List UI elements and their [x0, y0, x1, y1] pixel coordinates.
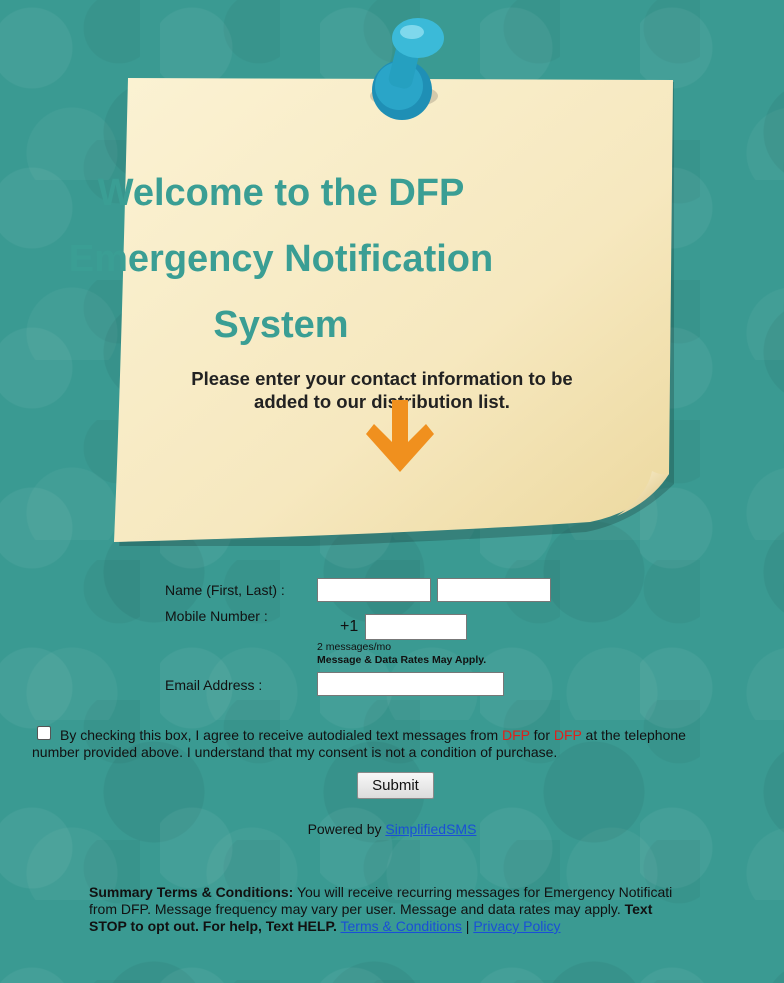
brand-name: DFP	[502, 727, 530, 743]
first-name-input[interactable]	[317, 578, 431, 602]
consent-text: By checking this box, I agree to receive…	[32, 727, 686, 760]
simplifiedsms-link[interactable]: SimplifiedSMS	[385, 821, 476, 837]
mobile-label: Mobile Number :	[165, 608, 268, 624]
terms-conditions-link[interactable]: Terms & Conditions	[341, 918, 462, 934]
brand-name: DFP	[553, 727, 582, 743]
frequency-note: 2 messages/mo	[317, 641, 392, 653]
terms-summary: Summary Terms & Conditions: You will rec…	[89, 884, 673, 934]
name-label: Name (First, Last) :	[165, 582, 285, 598]
title-line-2: Emergency Notification	[68, 238, 494, 280]
privacy-policy-link[interactable]: Privacy Policy	[473, 918, 560, 934]
title-line-1: Welcome to the DFP	[97, 172, 465, 214]
mobile-number-input[interactable]	[365, 614, 467, 640]
page-title: Welcome to the DFP Emergency Notificatio…	[0, 160, 562, 358]
push-pin-icon	[370, 18, 444, 120]
powered-by: Powered by SimplifiedSMS	[307, 821, 477, 837]
arrow-down-icon	[366, 400, 434, 472]
email-label: Email Address :	[165, 677, 263, 693]
terms-heading: Summary Terms & Conditions:	[89, 884, 294, 900]
last-name-input[interactable]	[437, 578, 551, 602]
submit-button[interactable]: Submit	[357, 772, 434, 799]
title-line-3: System	[213, 304, 349, 346]
rates-note: Message & Data Rates May Apply.	[317, 654, 487, 666]
country-code: +1	[340, 618, 359, 635]
email-input[interactable]	[317, 672, 504, 696]
